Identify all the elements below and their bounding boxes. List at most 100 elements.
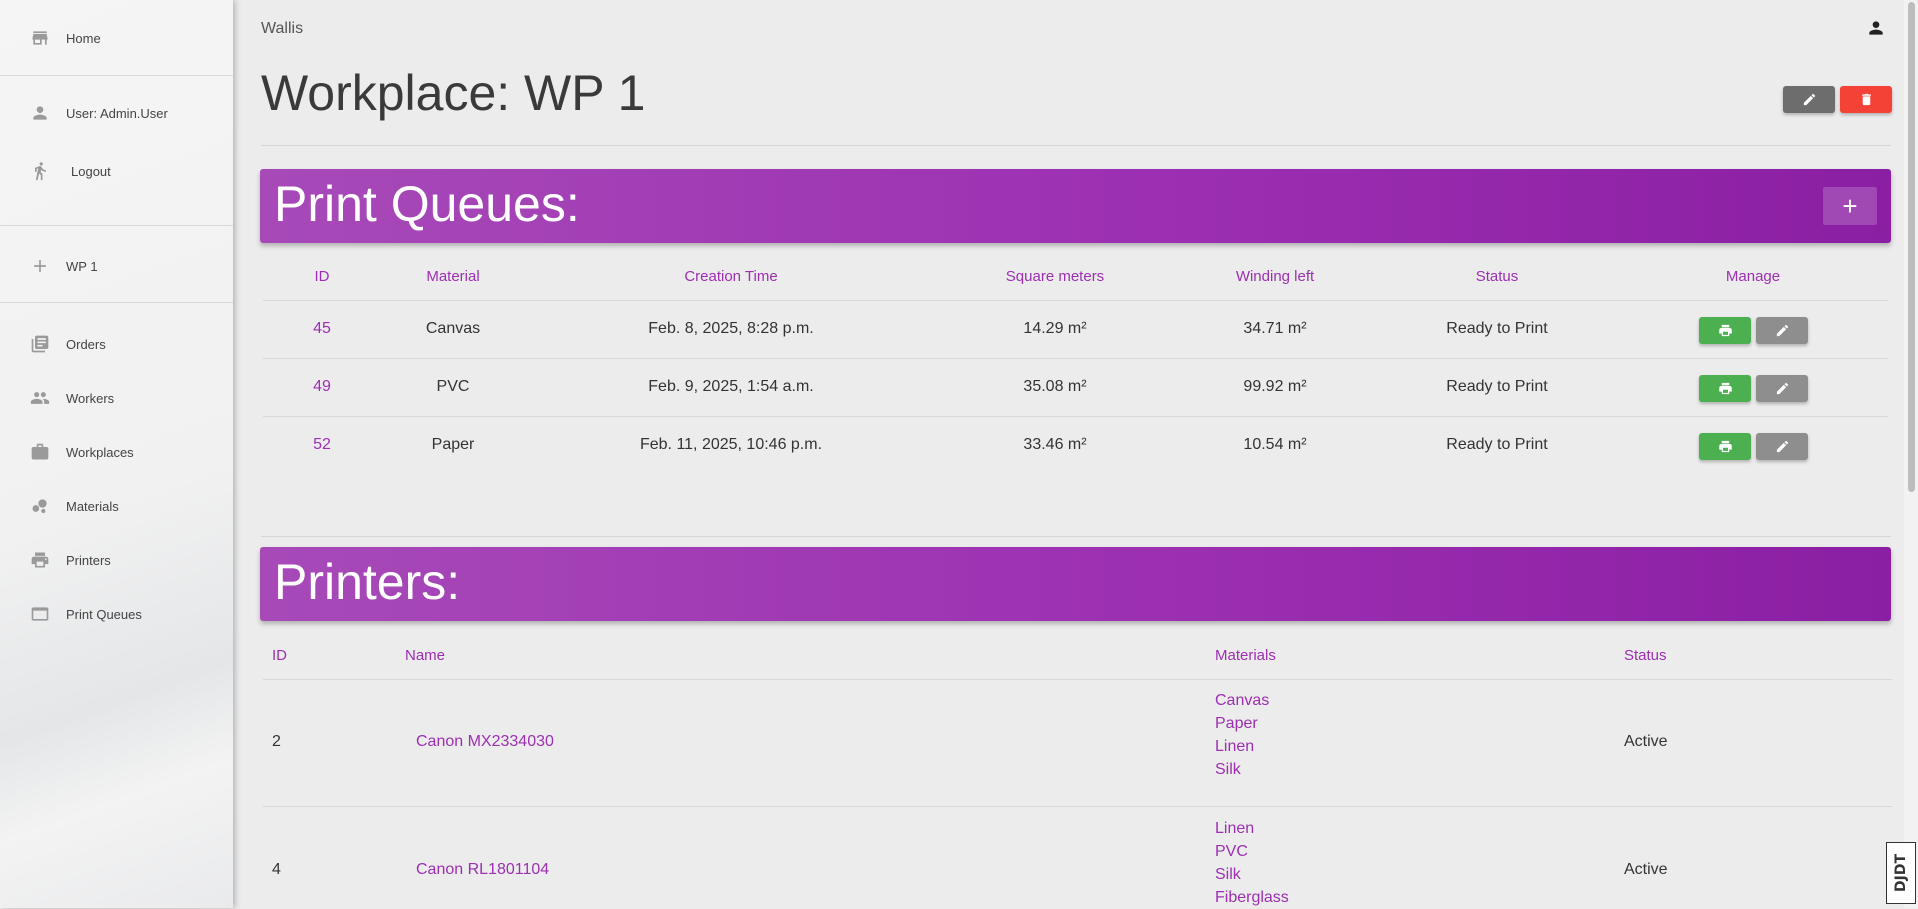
sidebar-item-orders[interactable]: Orders [0,324,233,364]
queue-created: Feb. 11, 2025, 10:46 p.m. [639,436,823,453]
sidebar-item-workplaces[interactable]: Workplaces [0,432,233,472]
queue-id-link[interactable]: 49 [313,378,331,396]
printer-materials: Linen PVC Silk Fiberglass [1215,817,1289,909]
sidebar-item-label: Printers [66,552,111,568]
scrollbar-thumb[interactable] [1908,2,1915,492]
sidebar-item-label: Home [66,30,101,46]
sidebar-item-logout[interactable]: Logout [0,151,233,191]
edit-queue-button[interactable] [1756,375,1808,402]
queue-sqm: 33.46 m² [1023,436,1087,453]
row-divider [263,358,1888,359]
sidebar-item-label: Workplaces [66,444,134,460]
edit-queue-button[interactable] [1756,433,1808,460]
queue-status: Ready to Print [1446,436,1548,453]
column-header: Winding left [1235,268,1315,285]
material-link[interactable]: Silk [1215,758,1269,781]
print-queue-button[interactable] [1699,375,1751,402]
printer-status: Active [1624,861,1668,878]
print-queue-button[interactable] [1699,317,1751,344]
sidebar-item-label: Logout [71,163,111,179]
material-link[interactable]: Fiberglass [1215,886,1289,909]
printer-status: Active [1624,733,1668,750]
folder-icon [30,604,50,624]
sidebar-item-home[interactable]: Home [0,18,233,58]
sidebar-item-print-queues[interactable]: Print Queues [0,594,233,634]
column-header: Square meters [1005,268,1105,285]
print-icon [1718,382,1732,395]
printers-title: Printers: [274,554,461,610]
queue-material: Canvas [425,320,481,337]
sidebar-item-user[interactable]: User: Admin.User [0,93,233,133]
pencil-icon [1776,440,1788,453]
printers-header: Printers: [260,547,1891,621]
row-divider [263,806,1892,807]
print-queue-button[interactable] [1699,433,1751,460]
material-link[interactable]: Linen [1215,817,1289,840]
plus-icon [30,256,50,276]
column-header: Materials [1215,647,1276,664]
sidebar: Home User: Admin.User Logout WP 1 Orders… [0,0,233,908]
printer-id: 4 [272,861,281,878]
divider [0,302,233,303]
sidebar-item-label: WP 1 [66,258,98,274]
row-divider [263,416,1888,417]
people-icon [30,388,50,408]
library-books-icon [30,334,50,354]
material-link[interactable]: PVC [1215,840,1289,863]
queue-id-link[interactable]: 45 [313,320,331,338]
sidebar-item-label: Orders [66,336,106,352]
column-header: Status [1624,647,1667,664]
printer-name-link[interactable]: Canon MX2334030 [416,733,554,751]
material-link[interactable]: Paper [1215,712,1269,735]
material-link[interactable]: Canvas [1215,689,1269,712]
brand-name[interactable]: Wallis [261,20,303,38]
queue-material: PVC [436,378,470,395]
queue-id-link[interactable]: 52 [313,436,331,454]
sidebar-item-label: Print Queues [66,606,142,622]
column-header: Material [426,268,480,285]
column-header: Status [1475,268,1519,285]
sidebar-item-workers[interactable]: Workers [0,378,233,418]
queue-sqm: 35.08 m² [1023,378,1087,395]
column-header: Creation Time [684,268,778,285]
printer-name-link[interactable]: Canon RL1801104 [416,861,549,879]
sidebar-item-printers[interactable]: Printers [0,540,233,580]
sidebar-item-label: User: Admin.User [66,105,168,121]
sidebar-item-label: Workers [66,390,115,406]
sidebar-item-materials[interactable]: Materials [0,486,233,526]
column-header: Manage [1725,268,1781,285]
trash-icon [1861,93,1871,106]
vertical-scrollbar[interactable] [1904,0,1918,908]
main-content: Wallis Workplace: WP 1 Print Queues: + I… [233,0,1918,908]
divider [261,536,1891,537]
column-header: Name [405,647,446,664]
edit-workplace-button[interactable] [1783,86,1835,113]
divider [261,145,1891,146]
bubbles-icon [30,496,50,516]
queue-material: Paper [431,436,475,453]
edit-queue-button[interactable] [1756,317,1808,344]
queue-created: Feb. 8, 2025, 8:28 p.m. [648,320,814,337]
material-link[interactable]: Linen [1215,735,1269,758]
print-queues-title: Print Queues: [274,176,580,232]
work-icon [30,442,50,462]
pencil-icon [1776,324,1788,337]
sidebar-item-label: Materials [66,498,119,514]
print-icon [1718,324,1732,337]
add-print-queue-button[interactable]: + [1823,187,1877,225]
printer-materials: Canvas Paper Linen Silk [1215,689,1269,781]
account-icon[interactable] [1866,18,1886,38]
queue-sqm: 14.29 m² [1023,320,1087,337]
print-icon [1718,440,1732,453]
material-link[interactable]: Silk [1215,863,1289,886]
pencil-icon [1776,382,1788,395]
column-header: ID [272,647,287,664]
delete-workplace-button[interactable] [1840,86,1892,113]
run-icon [30,161,50,181]
column-header: ID [314,268,330,285]
print-queues-header: Print Queues: + [260,169,1891,243]
debug-toolbar-handle[interactable]: DJDT [1886,842,1916,904]
sidebar-item-wp1[interactable]: WP 1 [0,246,233,286]
page-title: Workplace: WP 1 [261,65,646,121]
printer-id: 2 [272,733,281,750]
